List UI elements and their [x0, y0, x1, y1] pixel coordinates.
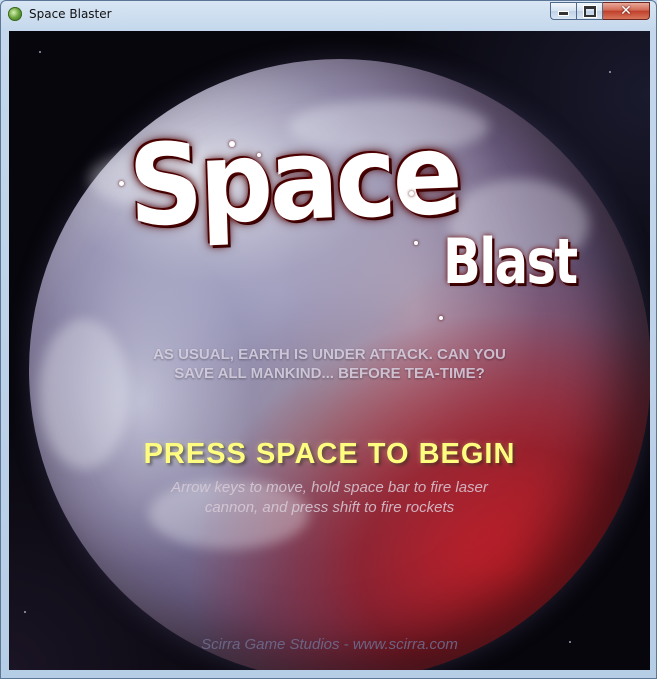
- star: [24, 611, 26, 613]
- app-icon: [8, 7, 22, 21]
- intro-line-1: AS USUAL, EARTH IS UNDER ATTACK. CAN YOU: [153, 346, 506, 363]
- game-canvas[interactable]: Space Blast AS USUAL, EARTH IS UNDER ATT…: [9, 31, 650, 670]
- star: [39, 51, 41, 53]
- close-button[interactable]: ✕: [603, 2, 650, 20]
- instructions-line-2: cannon, and press shift to fire rockets: [204, 499, 455, 516]
- minimize-icon: [558, 11, 569, 16]
- minimize-button[interactable]: [550, 2, 577, 20]
- controls-instructions: Arrow keys to move, hold space bar to fi…: [9, 478, 650, 518]
- logo-splat: [229, 141, 235, 147]
- window-controls: ✕: [550, 2, 650, 21]
- game-window: Space Blaster ✕ Space Blast AS USUAL, EA…: [0, 0, 657, 679]
- credits-text: Scirra Game Studios - www.scirra.com: [201, 636, 458, 653]
- maximize-button[interactable]: [577, 2, 603, 20]
- logo-splat: [414, 241, 418, 245]
- logo-title-space: Space: [126, 109, 461, 252]
- logo-splat: [257, 153, 261, 157]
- logo-splat: [119, 181, 124, 186]
- title-bar[interactable]: Space Blaster ✕: [1, 1, 656, 28]
- maximize-icon: [583, 5, 596, 17]
- logo-title-blast: Blast: [443, 225, 578, 298]
- star: [609, 71, 611, 73]
- logo-splat: [439, 316, 443, 320]
- press-space-prompt: PRESS SPACE TO BEGIN: [143, 438, 516, 470]
- window-title: Space Blaster: [29, 7, 112, 21]
- intro-text: AS USUAL, EARTH IS UNDER ATTACK. CAN YOU…: [9, 345, 650, 383]
- instructions-line-1: Arrow keys to move, hold space bar to fi…: [171, 479, 488, 496]
- intro-line-2: SAVE ALL MANKIND... BEFORE TEA-TIME?: [174, 365, 485, 382]
- logo-splat: [409, 191, 414, 196]
- close-icon: ✕: [620, 3, 632, 19]
